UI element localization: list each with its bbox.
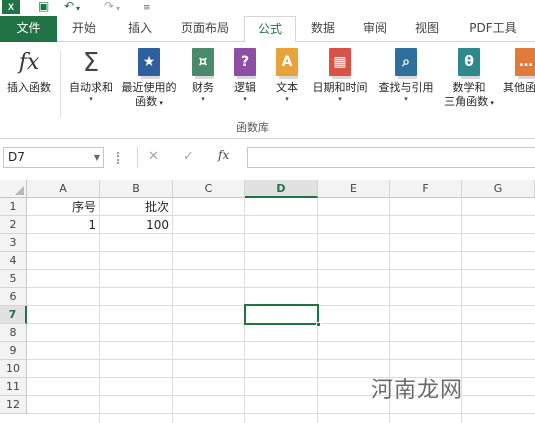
date-time-button[interactable]: ▦ 日期和时间 ▾ <box>308 48 372 103</box>
math-trig-button[interactable]: θ 数学和 三角函数 ▾ <box>438 48 500 110</box>
row-header-4[interactable]: 4 <box>0 252 27 270</box>
tab-pdf-tools[interactable]: PDF工具 <box>458 16 528 42</box>
column-header-d[interactable]: D <box>245 180 318 198</box>
row-header-5[interactable]: 5 <box>0 270 27 288</box>
formula-input[interactable] <box>247 147 535 168</box>
gridline <box>27 413 535 414</box>
tab-review[interactable]: 审阅 <box>351 16 399 42</box>
gridline <box>27 269 535 270</box>
undo-icon[interactable]: ↶ <box>64 0 74 13</box>
cell-b1[interactable]: 批次 <box>100 198 172 216</box>
cell-b2[interactable]: 100 <box>100 216 172 234</box>
undo-dropdown-icon[interactable]: ▾ <box>76 2 80 16</box>
quick-access-toolbar: X ▣ ↶ ▾ ↷ ▾ ≡ <box>0 0 535 16</box>
chevron-down-icon: ▾ <box>404 95 408 103</box>
chevron-down-icon: ▾ <box>243 95 247 103</box>
row-header-10[interactable]: 10 <box>0 360 27 378</box>
column-header-b[interactable]: B <box>100 180 173 198</box>
more-book-icon: … <box>515 48 535 79</box>
gridline <box>27 341 535 342</box>
resize-grip-icon[interactable] <box>117 152 120 164</box>
row-header-8[interactable]: 8 <box>0 324 27 342</box>
math-book-icon: θ <box>458 48 480 79</box>
save-icon[interactable]: ▣ <box>38 0 49 13</box>
calendar-book-icon: ▦ <box>329 48 351 79</box>
name-box[interactable]: D7 ▼ <box>3 147 104 168</box>
tab-view[interactable]: 视图 <box>403 16 451 42</box>
recently-used-button[interactable]: ★ 最近使用的 函数 ▾ <box>118 48 180 110</box>
lookup-reference-button[interactable]: ⌕ 查找与引用 ▾ <box>374 48 438 103</box>
cell-a2[interactable]: 1 <box>28 216 99 234</box>
formula-bar-separator <box>137 147 138 168</box>
tab-file[interactable]: 文件 <box>0 16 57 42</box>
cancel-icon[interactable]: ✕ <box>148 149 159 164</box>
more-functions-button[interactable]: … 其他函 <box>503 48 535 95</box>
text-button[interactable]: A 文本 ▾ <box>270 48 304 103</box>
column-header-f[interactable]: F <box>390 180 462 198</box>
ribbon-tabs: 文件 开始 插入 页面布局 公式 数据 审阅 视图 PDF工具 <box>0 16 535 43</box>
selected-cell-d7[interactable] <box>244 304 321 327</box>
tab-formulas[interactable]: 公式 <box>244 16 296 43</box>
row-header-3[interactable]: 3 <box>0 234 27 252</box>
excel-icon: X <box>2 0 20 14</box>
row-header-1[interactable]: 1 <box>0 198 27 216</box>
formula-bar: D7 ▼ ✕ ✓ fx <box>0 139 535 175</box>
chevron-down-icon: ▾ <box>285 95 289 103</box>
cell-a1[interactable]: 序号 <box>28 198 99 216</box>
column-header-g[interactable]: G <box>462 180 535 198</box>
ribbon-separator <box>60 50 61 118</box>
gridline <box>27 359 535 360</box>
row-header-11[interactable]: 11 <box>0 378 27 396</box>
row-header-6[interactable]: 6 <box>0 288 27 306</box>
gridline <box>27 251 535 252</box>
chevron-down-icon: ▾ <box>201 95 205 103</box>
financial-book-icon: ¤ <box>192 48 214 79</box>
tab-page-layout[interactable]: 页面布局 <box>170 16 240 42</box>
fx-icon: fx <box>18 50 40 75</box>
customize-icon[interactable]: ≡ <box>143 1 151 15</box>
enter-icon[interactable]: ✓ <box>183 149 194 164</box>
column-header-c[interactable]: C <box>173 180 245 198</box>
row-header-9[interactable]: 9 <box>0 342 27 360</box>
column-header-e[interactable]: E <box>318 180 390 198</box>
tab-home[interactable]: 开始 <box>60 16 108 42</box>
tab-insert[interactable]: 插入 <box>114 16 166 42</box>
column-header-a[interactable]: A <box>27 180 100 198</box>
tab-data[interactable]: 数据 <box>299 16 347 42</box>
lookup-book-icon: ⌕ <box>395 48 417 79</box>
row-header-12[interactable]: 12 <box>0 396 27 414</box>
text-book-icon: A <box>276 48 298 79</box>
logical-button[interactable]: ? 逻辑 ▾ <box>228 48 262 103</box>
redo-icon[interactable]: ↷ <box>104 0 114 13</box>
sigma-icon: Σ <box>82 48 100 78</box>
gridline <box>172 198 173 423</box>
financial-button[interactable]: ¤ 财务 ▾ <box>186 48 220 103</box>
chevron-down-icon[interactable]: ▼ <box>94 148 100 167</box>
logical-book-icon: ? <box>234 48 256 79</box>
select-all-corner[interactable] <box>0 180 27 198</box>
autosum-button[interactable]: Σ 自动求和 ▾ <box>64 48 118 103</box>
chevron-down-icon: ▾ <box>338 95 342 103</box>
row-header-7[interactable]: 7 <box>0 306 27 324</box>
gridline <box>27 287 535 288</box>
insert-function-icon[interactable]: fx <box>218 148 229 162</box>
insert-function-button[interactable]: fx 插入函数 <box>3 48 55 95</box>
chevron-down-icon: ▾ <box>89 95 93 103</box>
ribbon-formulas: fx 插入函数 Σ 自动求和 ▾ ★ 最近使用的 函数 ▾ ¤ 财务 ▾ ? 逻… <box>0 42 535 139</box>
watermark-text: 河南龙网 <box>371 378 464 403</box>
star-book-icon: ★ <box>138 48 160 79</box>
function-library-label: 函数库 <box>236 121 269 134</box>
fill-handle[interactable] <box>316 322 321 327</box>
row-header-2[interactable]: 2 <box>0 216 27 234</box>
redo-dropdown-icon[interactable]: ▾ <box>116 2 120 16</box>
